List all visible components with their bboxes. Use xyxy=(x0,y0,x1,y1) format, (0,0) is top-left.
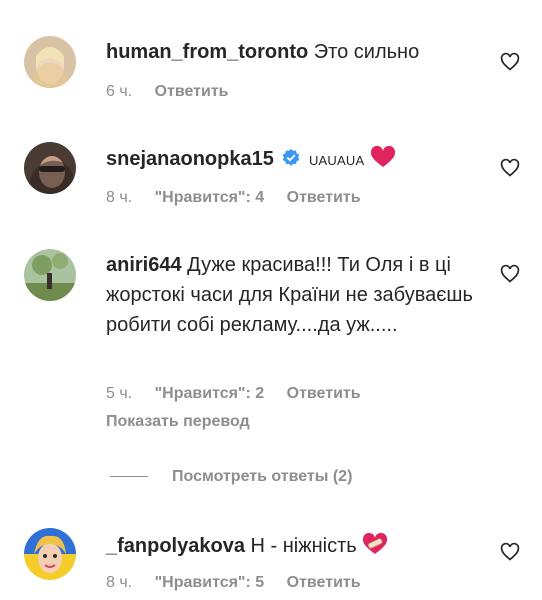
comment-meta: 8 ч. "Нравится": 5 Ответить xyxy=(106,574,379,592)
heart-icon[interactable] xyxy=(500,264,520,284)
comment-body: _fanpolyakova Н - ніжність xyxy=(106,531,486,561)
likes-count[interactable]: "Нравится": 5 xyxy=(155,574,265,591)
verified-badge-icon xyxy=(283,148,300,166)
avatar[interactable] xyxy=(24,36,76,88)
username[interactable]: human_from_toronto xyxy=(106,41,308,63)
comment-text: UAUAUA xyxy=(308,153,365,168)
heart-icon[interactable] xyxy=(500,52,520,72)
reply-button[interactable]: Ответить xyxy=(287,385,361,402)
view-replies-label: Посмотреть ответы (2) xyxy=(172,468,353,485)
comment-time[interactable]: 5 ч. xyxy=(106,385,132,402)
comment-time[interactable]: 8 ч. xyxy=(106,574,132,591)
heart-with-bandage-emoji-icon xyxy=(363,533,388,554)
likes-count[interactable]: "Нравится": 2 xyxy=(155,385,265,402)
comment-meta: 5 ч. "Нравится": 2 Ответить xyxy=(106,385,379,403)
username[interactable]: aniri644 xyxy=(106,254,182,276)
reply-button[interactable]: Ответить xyxy=(287,574,361,591)
reply-button[interactable]: Ответить xyxy=(287,189,361,206)
replies-divider xyxy=(110,476,148,478)
username[interactable]: snejanaonopka15 xyxy=(106,148,274,170)
comment-body: human_from_toronto Это сильно xyxy=(106,37,486,67)
comment-meta: 8 ч. "Нравится": 4 Ответить xyxy=(106,189,379,207)
comment-body: snejanaonopka15 UAUAUA xyxy=(106,144,486,176)
avatar[interactable] xyxy=(24,142,76,194)
avatar[interactable] xyxy=(24,249,76,301)
heart-icon[interactable] xyxy=(500,158,520,178)
show-translation-button[interactable]: Показать перевод xyxy=(106,413,250,431)
comment-text: Н - ніжність xyxy=(250,535,357,557)
view-replies-button[interactable]: Посмотреть ответы (2) xyxy=(110,468,352,486)
username[interactable]: _fanpolyakova xyxy=(106,535,245,557)
comment-time[interactable]: 6 ч. xyxy=(106,83,132,100)
comment-body: aniri644 Дуже красива!!! Ти Оля і в ці ж… xyxy=(106,250,486,340)
reply-button[interactable]: Ответить xyxy=(155,83,229,100)
likes-count[interactable]: "Нравится": 4 xyxy=(155,189,265,206)
avatar[interactable] xyxy=(24,528,76,580)
comment-meta: 6 ч. Ответить xyxy=(106,83,247,101)
comment-text: Это сильно xyxy=(313,41,420,63)
red-heart-emoji-icon xyxy=(370,146,395,167)
comment-time[interactable]: 8 ч. xyxy=(106,189,132,206)
heart-icon[interactable] xyxy=(500,542,520,562)
